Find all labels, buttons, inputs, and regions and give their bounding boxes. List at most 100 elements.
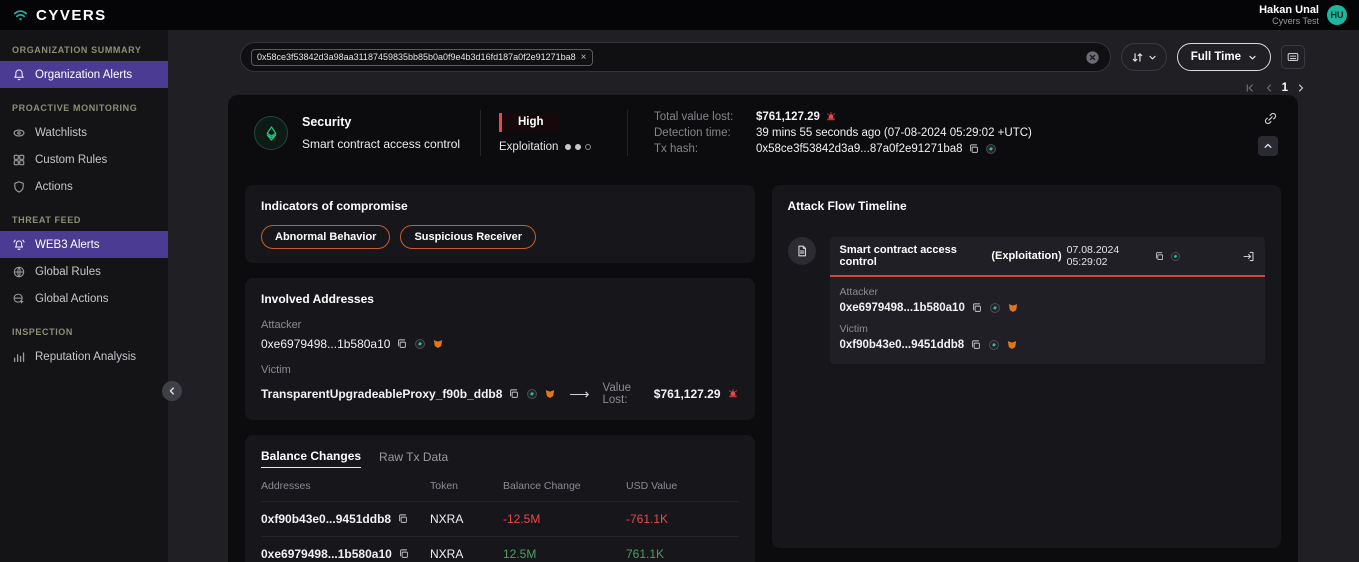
row-usd-value: -761.1K bbox=[626, 512, 739, 526]
explorer-icon[interactable] bbox=[1170, 251, 1181, 262]
shield-icon bbox=[12, 180, 26, 194]
rules-icon bbox=[12, 153, 26, 167]
page-number[interactable]: 1 bbox=[1282, 82, 1288, 94]
sidebar-section-proactive-monitoring: PROACTIVE MONITORING bbox=[0, 88, 168, 119]
row-balance-change: -12.5M bbox=[503, 512, 626, 526]
metamask-icon[interactable] bbox=[1006, 339, 1018, 351]
chip-close-icon[interactable]: × bbox=[581, 52, 587, 63]
collapse-alert-button[interactable] bbox=[1258, 136, 1278, 156]
brand-name: CYVERS bbox=[36, 7, 107, 24]
alert-panel: Security Smart contract access control H… bbox=[228, 95, 1298, 562]
explorer-icon[interactable] bbox=[526, 388, 538, 400]
attacker-address: 0xe6979498...1b580a10 bbox=[840, 302, 965, 314]
col-header-token: Token bbox=[430, 480, 503, 501]
severity-block: High Exploitation bbox=[481, 113, 627, 153]
balance-table-header: Addresses Token Balance Change USD Value bbox=[261, 480, 739, 501]
sidebar-item-global-rules[interactable]: Global Rules bbox=[0, 258, 168, 285]
table-row: 0xf90b43e0...9451ddb8 NXRA -12.5M -761.1… bbox=[261, 501, 739, 536]
copy-icon[interactable] bbox=[508, 388, 520, 400]
col-header-usd-value: USD Value bbox=[626, 480, 739, 501]
bell-icon bbox=[12, 68, 26, 82]
siren-icon bbox=[825, 111, 837, 123]
explorer-icon[interactable] bbox=[414, 338, 426, 350]
sidebar-item-custom-rules[interactable]: Custom Rules bbox=[0, 146, 168, 173]
copy-icon[interactable] bbox=[968, 143, 980, 155]
sidebar-item-label: Custom Rules bbox=[35, 154, 107, 166]
phase-progress-dots bbox=[565, 144, 591, 150]
sidebar-item-reputation-analysis[interactable]: Reputation Analysis bbox=[0, 343, 168, 370]
chevron-left-icon bbox=[167, 386, 177, 396]
external-link-icon[interactable] bbox=[1242, 250, 1255, 263]
involved-addresses-title: Involved Addresses bbox=[261, 292, 739, 306]
first-page-button[interactable] bbox=[1244, 82, 1256, 94]
value-lost: $761,127.29 bbox=[654, 387, 721, 401]
metamask-icon[interactable] bbox=[1007, 302, 1019, 314]
sidebar-collapse-button[interactable] bbox=[162, 381, 182, 401]
event-timestamp: 07.08.2024 05:29:02 bbox=[1067, 244, 1149, 268]
link-icon bbox=[1263, 111, 1278, 126]
detection-time-label: Detection time: bbox=[654, 127, 756, 139]
timeline-event-body: Attacker 0xe6979498...1b580a10 bbox=[830, 277, 1266, 364]
copy-icon[interactable] bbox=[398, 548, 410, 560]
phase-dot-hollow bbox=[585, 144, 591, 150]
sidebar-item-global-actions[interactable]: Global Actions bbox=[0, 285, 168, 312]
row-token: NXRA bbox=[430, 512, 503, 526]
sidebar-item-label: Global Rules bbox=[35, 266, 101, 278]
bar-chart-icon bbox=[12, 350, 26, 364]
search-input[interactable]: 0x58ce3f53842d3a98aa31187459835bb85b0a0f… bbox=[240, 42, 1111, 72]
sidebar-section-threat-feed: THREAT FEED bbox=[0, 200, 168, 231]
metamask-icon[interactable] bbox=[432, 338, 444, 350]
time-filter-button[interactable]: Full Time bbox=[1177, 43, 1271, 71]
metamask-icon[interactable] bbox=[544, 388, 556, 400]
row-balance-change: 12.5M bbox=[503, 547, 626, 561]
user-menu[interactable]: Hakan Unal Cyvers Test HU bbox=[1259, 4, 1347, 27]
view-options-icon bbox=[1286, 50, 1300, 64]
eye-icon bbox=[12, 126, 26, 140]
tab-balance-changes[interactable]: Balance Changes bbox=[261, 449, 361, 468]
sidebar-item-actions[interactable]: Actions bbox=[0, 173, 168, 200]
copy-icon[interactable] bbox=[1154, 251, 1165, 262]
ioc-chip: Suspicious Receiver bbox=[400, 225, 536, 249]
sort-button[interactable] bbox=[1121, 43, 1167, 71]
globe-action-icon bbox=[12, 292, 26, 306]
prev-page-button[interactable] bbox=[1263, 82, 1275, 94]
copy-icon[interactable] bbox=[971, 302, 983, 314]
row-usd-value: 761.1K bbox=[626, 547, 739, 561]
balance-table: Addresses Token Balance Change USD Value… bbox=[261, 480, 739, 562]
sidebar-item-label: Actions bbox=[35, 181, 73, 193]
balance-tabs: Balance Changes Raw Tx Data bbox=[261, 449, 739, 468]
search-filter-chip[interactable]: 0x58ce3f53842d3a98aa31187459835bb85b0a0f… bbox=[251, 49, 593, 66]
timeline-event: Smart contract access control (Exploitat… bbox=[788, 237, 1266, 364]
arrow-right-icon: ⟶ bbox=[569, 386, 589, 403]
phase-dot-filled bbox=[575, 144, 581, 150]
copy-icon[interactable] bbox=[396, 338, 408, 350]
attacker-label: Attacker bbox=[840, 286, 1256, 298]
tab-raw-tx-data[interactable]: Raw Tx Data bbox=[379, 450, 448, 468]
view-options-button[interactable] bbox=[1281, 45, 1305, 69]
sidebar-item-web3-alerts[interactable]: WEB3 Alerts bbox=[0, 231, 168, 258]
phase-label: Exploitation bbox=[499, 141, 558, 153]
avatar[interactable]: HU bbox=[1327, 5, 1347, 25]
table-row: 0xe6979498...1b580a10 NXRA 12.5M 761.1K bbox=[261, 536, 739, 562]
copy-icon[interactable] bbox=[970, 339, 982, 351]
sidebar-item-watchlists[interactable]: Watchlists bbox=[0, 119, 168, 146]
share-link-button[interactable] bbox=[1263, 111, 1278, 126]
victim-label: Victim bbox=[840, 323, 1256, 335]
col-header-balance-change: Balance Change bbox=[503, 480, 626, 501]
explorer-icon[interactable] bbox=[988, 339, 1000, 351]
sidebar-item-label: Reputation Analysis bbox=[35, 351, 136, 363]
siren-icon bbox=[727, 388, 739, 400]
sidebar-item-label: Organization Alerts bbox=[35, 69, 132, 81]
sidebar-item-organization-alerts[interactable]: Organization Alerts bbox=[0, 61, 168, 88]
attacker-address-row: 0xe6979498...1b580a10 bbox=[840, 302, 1256, 314]
search-chip-text: 0x58ce3f53842d3a98aa31187459835bb85b0a0f… bbox=[257, 52, 576, 62]
involved-addresses-card: Involved Addresses Attacker 0xe6979498..… bbox=[245, 278, 755, 420]
explorer-icon[interactable] bbox=[985, 143, 997, 155]
value-lost-label: Value Lost: bbox=[603, 382, 648, 406]
explorer-icon[interactable] bbox=[989, 302, 1001, 314]
col-header-addresses: Addresses bbox=[261, 480, 430, 501]
copy-icon[interactable] bbox=[397, 513, 409, 525]
chevron-down-icon bbox=[1248, 53, 1257, 62]
next-page-button[interactable] bbox=[1295, 82, 1307, 94]
clear-icon[interactable] bbox=[1085, 50, 1100, 65]
